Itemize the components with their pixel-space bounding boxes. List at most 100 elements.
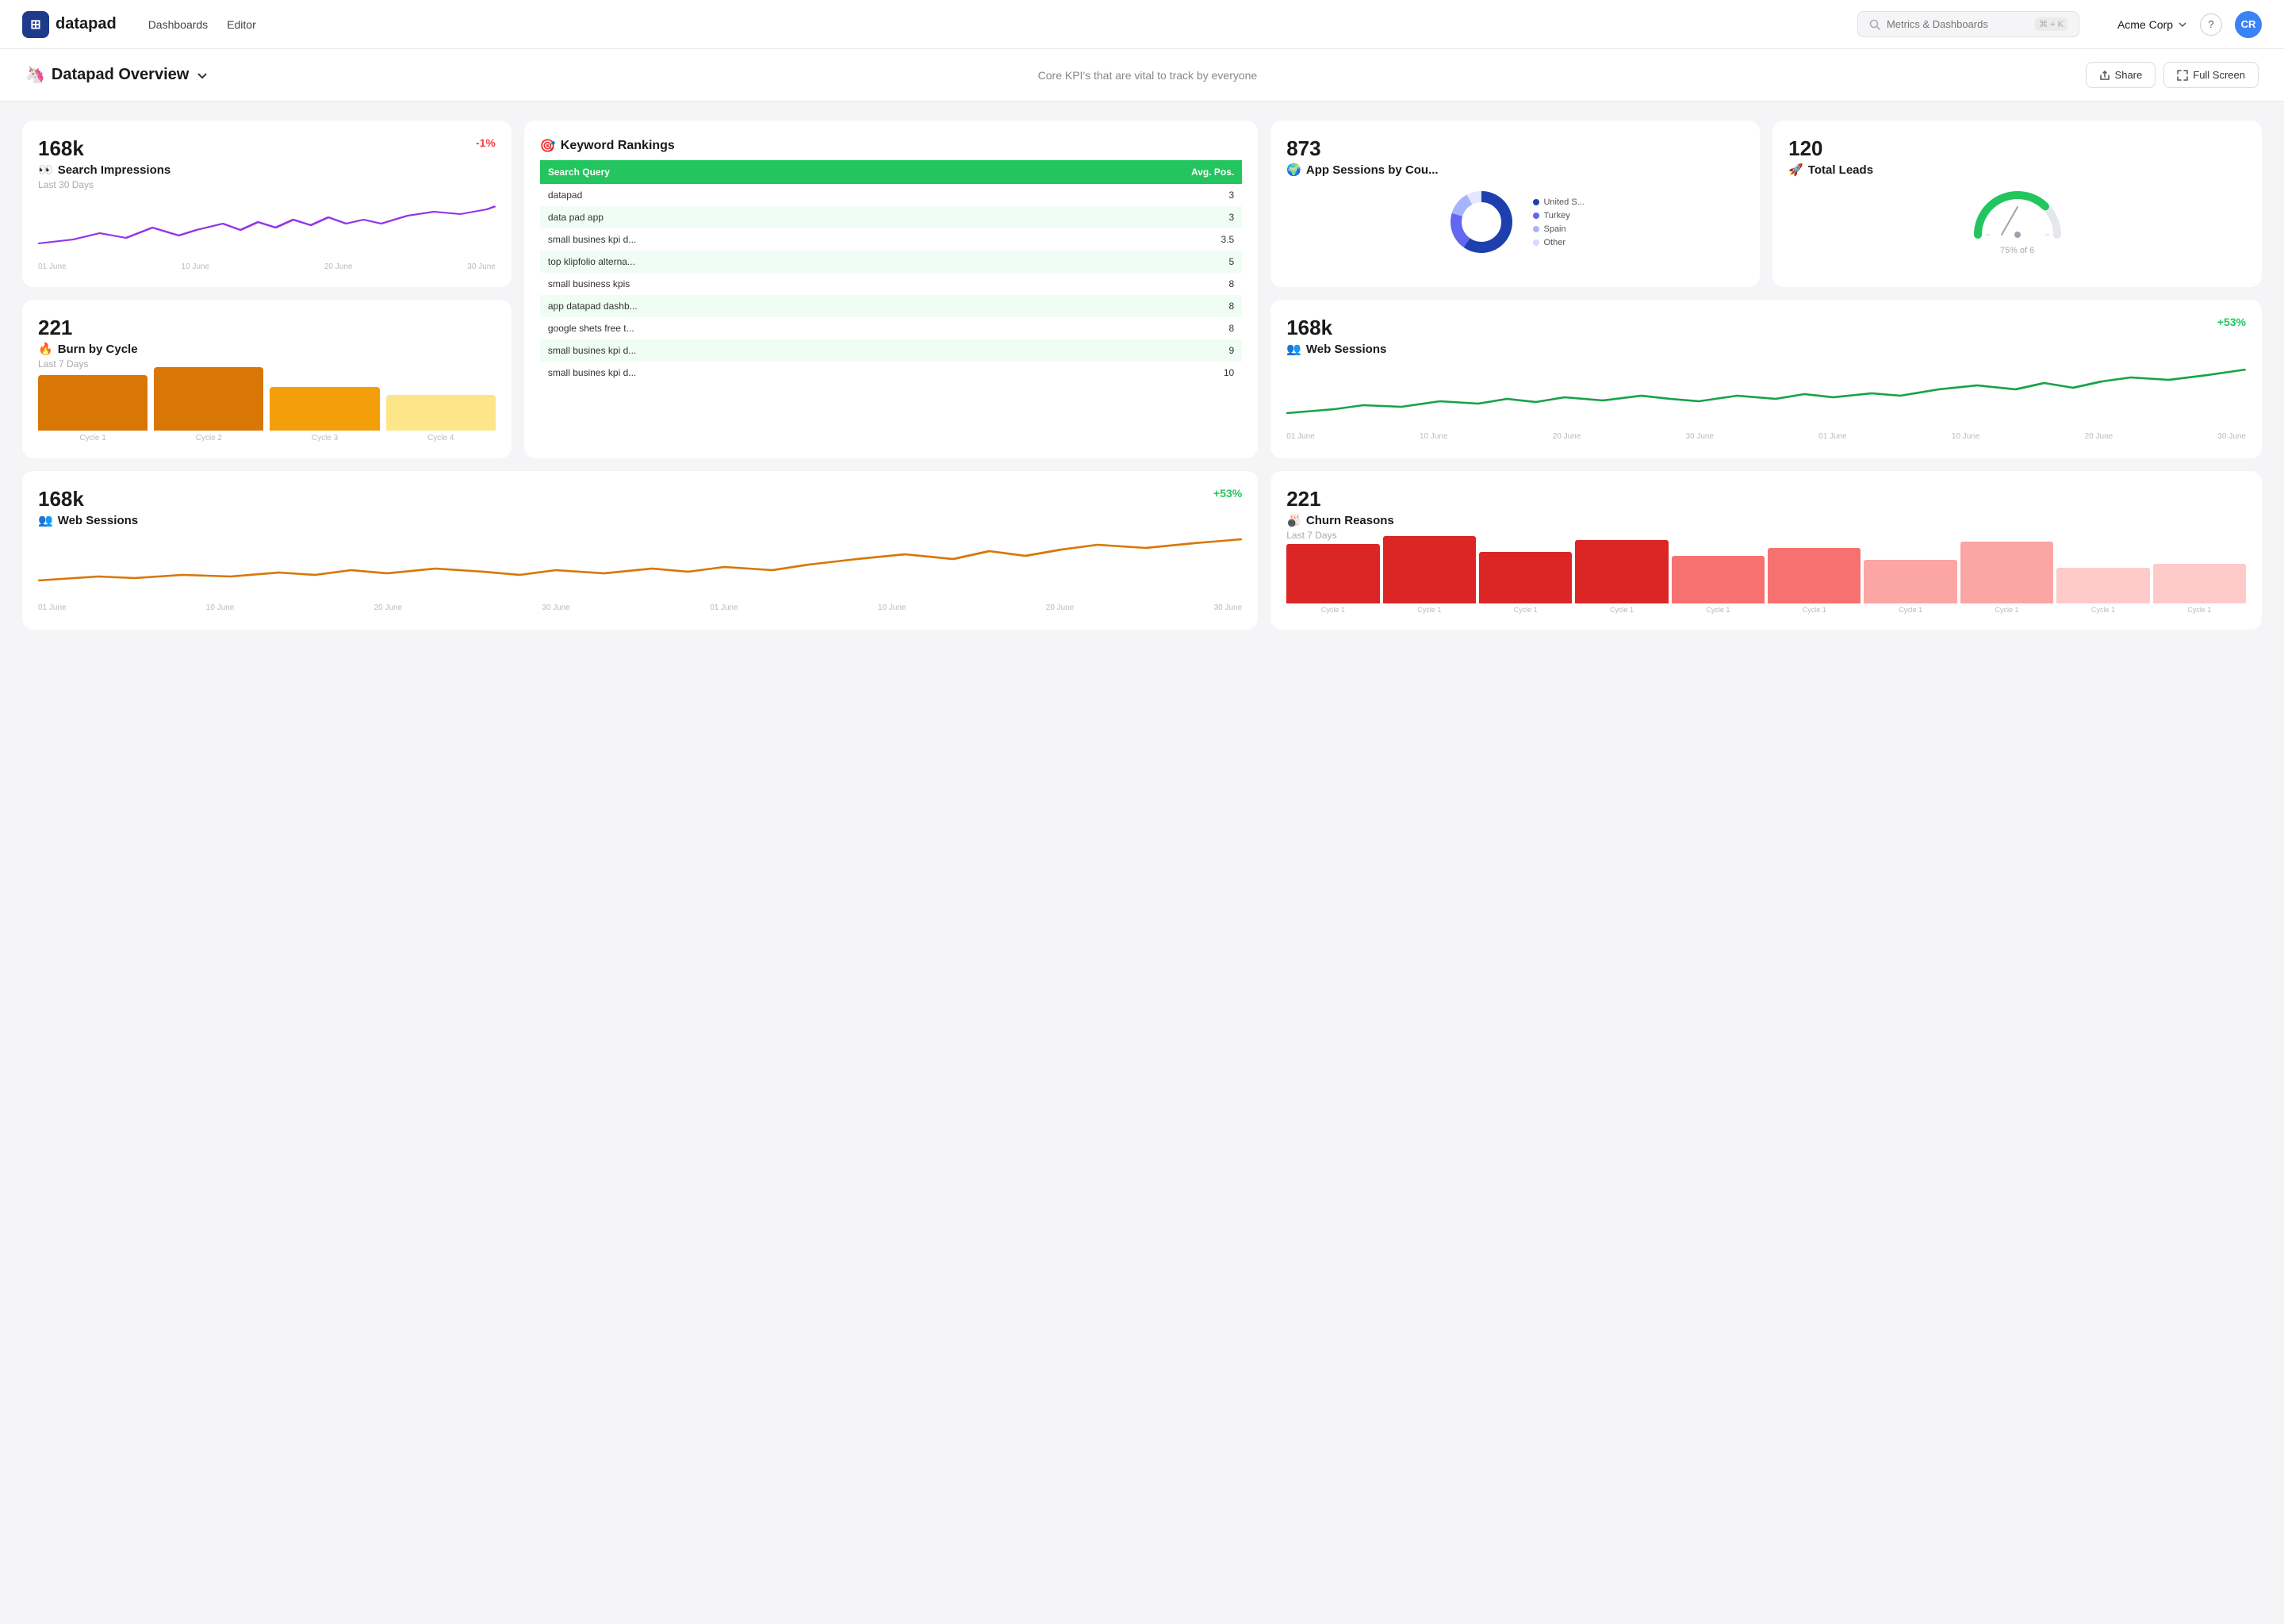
avatar[interactable]: CR — [2235, 11, 2262, 38]
kw-pos: 3 — [991, 184, 1243, 206]
kw-query: top klipfolio alterna... — [540, 251, 991, 273]
churn-bar — [2153, 564, 2246, 603]
churn-bar-label: Cycle 1 — [1321, 606, 1345, 614]
total-leads-icon: 🚀 — [1788, 163, 1803, 177]
churn-reasons-card: 221 🎳 Churn Reasons Last 7 Days Cycle 1C… — [1270, 471, 2262, 630]
dashboard-title-area: 🦄 Datapad Overview — [25, 65, 209, 85]
dashboard-actions: Share Full Screen — [2086, 62, 2259, 88]
web-sessions-top-chart: 01 June 10 June 20 June 30 June 01 June … — [1286, 366, 2246, 441]
churn-bar-label: Cycle 1 — [2091, 606, 2115, 614]
churn-bar — [2056, 568, 2149, 603]
nav-right: Acme Corp ? CR — [2117, 11, 2262, 38]
legend-dot — [1533, 226, 1539, 232]
navbar: ⊞ datapad Dashboards Editor ⌘ + K Acme C… — [0, 0, 2284, 49]
churn-bar — [1672, 556, 1765, 603]
web-sessions-top-title: Web Sessions — [1306, 343, 1386, 356]
churn-bar-group: Cycle 1 — [1768, 548, 1861, 614]
legend-dot — [1533, 199, 1539, 205]
kw-query: app datapad dashb... — [540, 295, 991, 317]
company-selector[interactable]: Acme Corp — [2117, 18, 2187, 31]
legend-label: United S... — [1543, 197, 1584, 207]
web-sessions-bottom-x-labels: 01 June 10 June 20 June 30 June 01 June … — [38, 603, 1242, 612]
churn-bar — [1286, 544, 1379, 603]
burn-by-cycle-title: Burn by Cycle — [58, 343, 138, 356]
fullscreen-button[interactable]: Full Screen — [2163, 62, 2259, 88]
search-impressions-metric: 168k — [38, 136, 84, 161]
web-sessions-top-card: 168k 👥 Web Sessions +53% 01 June 10 June… — [1270, 300, 2262, 458]
legend-label: Spain — [1543, 224, 1565, 234]
search-impressions-x-labels: 01 June 10 June 20 June 30 June — [38, 262, 496, 271]
app-sessions-title: App Sessions by Cou... — [1306, 163, 1439, 177]
churn-bar — [1768, 548, 1861, 603]
burn-by-cycle-card: 221 🔥 Burn by Cycle Last 7 Days Cycle 1 C… — [22, 300, 512, 458]
burn-bar-label: Cycle 2 — [196, 434, 222, 442]
churn-reasons-icon: 🎳 — [1286, 513, 1301, 527]
kw-pos: 3.5 — [991, 228, 1243, 251]
editor-link[interactable]: Editor — [227, 15, 256, 34]
app-sessions-donut: United S... Turkey Spain Other — [1286, 186, 1744, 258]
burn-bar-label: Cycle 1 — [79, 434, 105, 442]
churn-bar — [1864, 560, 1956, 603]
churn-bar — [1383, 536, 1476, 603]
dashboard-grid: 168k -1% 👀 Search Impressions Last 30 Da… — [0, 102, 2284, 649]
churn-bar-label: Cycle 1 — [1706, 606, 1730, 614]
churn-bar-label: Cycle 1 — [1514, 606, 1538, 614]
global-search[interactable]: ⌘ + K — [1857, 11, 2079, 37]
kw-query: small busines kpi d... — [540, 228, 991, 251]
churn-bar-label: Cycle 1 — [2187, 606, 2211, 614]
search-input[interactable] — [1887, 18, 2029, 30]
churn-bar-group: Cycle 1 — [1575, 540, 1668, 614]
keyword-table-row: data pad app3 — [540, 206, 1242, 228]
legend-item: Spain — [1533, 224, 1584, 234]
app-sessions-icon: 🌍 — [1286, 163, 1301, 177]
search-impressions-subtitle: Last 30 Days — [38, 179, 496, 190]
burn-bar-group: Cycle 4 — [386, 395, 496, 442]
legend-dot — [1533, 239, 1539, 246]
fullscreen-label: Full Screen — [2193, 69, 2245, 81]
dashboards-link[interactable]: Dashboards — [148, 15, 209, 34]
web-sessions-top-metric: 168k — [1286, 316, 1386, 340]
share-icon — [2099, 70, 2110, 81]
churn-reasons-bars: Cycle 1 Cycle 1 Cycle 1 Cycle 1 Cycle 1 Cycle… — [1286, 550, 2246, 614]
kw-col-query: Search Query — [540, 160, 991, 184]
legend-item: Other — [1533, 238, 1584, 247]
chevron-down-icon[interactable] — [195, 68, 209, 82]
keyword-rankings-icon: 🎯 — [540, 138, 556, 154]
search-shortcut: ⌘ + K — [2035, 17, 2067, 31]
share-button[interactable]: Share — [2086, 62, 2156, 88]
keyword-table-row: top klipfolio alterna...5 — [540, 251, 1242, 273]
logo[interactable]: ⊞ datapad — [22, 11, 117, 38]
web-sessions-top-icon: 👥 — [1286, 342, 1301, 356]
logo-icon: ⊞ — [22, 11, 49, 38]
legend-dot — [1533, 213, 1539, 219]
dashboard-icon: 🦄 — [25, 65, 45, 85]
search-impressions-chart: 01 June 10 June 20 June 30 June — [38, 200, 496, 271]
web-sessions-top-change: +53% — [2217, 316, 2246, 328]
burn-bar-group: Cycle 1 — [38, 375, 148, 442]
burn-bar — [38, 375, 148, 431]
burn-by-cycle-subtitle: Last 7 Days — [38, 358, 496, 370]
burn-by-cycle-icon: 🔥 — [38, 342, 53, 356]
total-leads-card: 120 🚀 Total Leads 75% of 6 — [1772, 121, 2262, 287]
legend-label: Turkey — [1543, 211, 1569, 220]
churn-bar-group: Cycle 1 — [1672, 556, 1765, 614]
kw-query: small busines kpi d... — [540, 339, 991, 362]
share-label: Share — [2115, 69, 2143, 81]
keyword-rankings-title: Keyword Rankings — [561, 139, 675, 153]
kw-query: data pad app — [540, 206, 991, 228]
chevron-down-icon — [2178, 20, 2187, 29]
keyword-rankings-card: 🎯 Keyword Rankings Search Query Avg. Pos… — [524, 121, 1258, 458]
churn-bar-group: Cycle 1 — [1479, 552, 1572, 614]
gauge-label: 75% of 6 — [2000, 246, 2034, 255]
help-button[interactable]: ? — [2200, 13, 2222, 36]
search-impressions-title: Search Impressions — [58, 163, 171, 177]
total-leads-gauge: 75% of 6 — [1788, 183, 2246, 255]
churn-bar-group: Cycle 1 — [2153, 564, 2246, 614]
keyword-table-row: app datapad dashb...8 — [540, 295, 1242, 317]
burn-by-cycle-metric: 221 — [38, 316, 496, 340]
churn-bar-label: Cycle 1 — [1610, 606, 1634, 614]
web-sessions-bottom-metric: 168k — [38, 487, 138, 511]
app-sessions-metric: 873 — [1286, 136, 1744, 161]
search-impressions-change: -1% — [476, 136, 496, 149]
legend-item: Turkey — [1533, 211, 1584, 220]
